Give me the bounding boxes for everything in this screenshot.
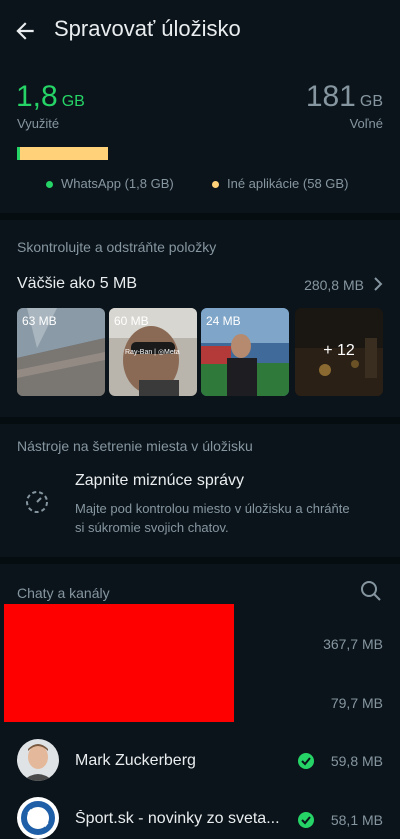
media-thumbnail-more[interactable]: + 12 [295,308,383,396]
larger-than-5mb-size: 280,8 MB [304,277,364,293]
redacted-chats-block [4,604,234,722]
avatar [17,797,59,839]
section-divider [0,557,400,564]
chats-section-heading: Chaty a kanály [17,585,110,601]
top-app-bar: Spravovať úložisko [0,0,400,62]
disappearing-messages-description: Majte pod kontrolou miesto v úložisku a … [75,501,350,535]
thumbnail-watermark: Ray-Ban | ◎Meta [125,349,180,356]
verified-check-icon [297,752,315,770]
free-storage-value: 181 GB [306,80,383,114]
free-number: 181 [305,80,356,113]
timer-icon [24,489,50,515]
used-storage-label: Využité [17,116,60,131]
review-section-heading: Skontrolujte a odstráňte položky [17,239,217,255]
chat-row-size: 367,7 MB [323,636,383,652]
used-unit: GB [61,93,85,110]
legend-other-apps: Iné aplikácie (58 GB) [212,176,348,191]
disappearing-messages-title[interactable]: Zapnite miznúce správy [75,472,244,490]
media-thumbnail[interactable]: 24 MB [201,308,289,396]
larger-than-5mb-row[interactable]: Väčšie ako 5 MB [17,275,137,293]
free-unit: GB [359,93,383,110]
chat-name[interactable]: Mark Zuckerberg [75,752,285,770]
chevron-right-icon[interactable] [372,277,384,291]
chat-name[interactable]: Šport.sk - novinky zo sveta... [75,810,285,828]
thumbnail-size-label: 60 MB [114,314,149,328]
chat-row-size: 58,1 MB [330,812,383,828]
section-divider [0,213,400,220]
whatsapp-dot-icon [46,181,53,189]
search-icon[interactable] [360,580,382,602]
used-number: 1,8 [16,80,58,113]
storage-usage-bar [17,147,383,160]
section-divider [0,417,400,424]
legend-other-apps-label: Iné aplikácie (58 GB) [227,176,349,191]
page-title: Spravovať úložisko [54,16,241,41]
verified-check-icon [297,811,315,829]
chat-row-size: 79,7 MB [330,695,383,711]
tools-section-heading: Nástroje na šetrenie miesta v úložisku [17,438,253,454]
media-thumbnail[interactable]: 60 MB Ray-Ban | ◎Meta [109,308,197,396]
media-thumbnail[interactable]: 63 MB [17,308,105,396]
other-apps-usage-segment [20,147,108,160]
thumbnail-size-label: 24 MB [206,314,241,328]
other-apps-dot-icon [212,181,219,189]
legend-whatsapp-label: WhatsApp (1,8 GB) [61,176,174,191]
avatar [17,739,59,781]
legend-whatsapp: WhatsApp (1,8 GB) [46,176,174,191]
thumbnail-size-label: 63 MB [22,314,57,328]
free-storage-label: Voľné [349,116,383,131]
back-arrow-icon[interactable] [12,18,38,44]
chat-row-size: 59,8 MB [330,753,383,769]
more-items-count: + 12 [323,342,355,359]
used-storage-value: 1,8 GB [16,80,85,114]
